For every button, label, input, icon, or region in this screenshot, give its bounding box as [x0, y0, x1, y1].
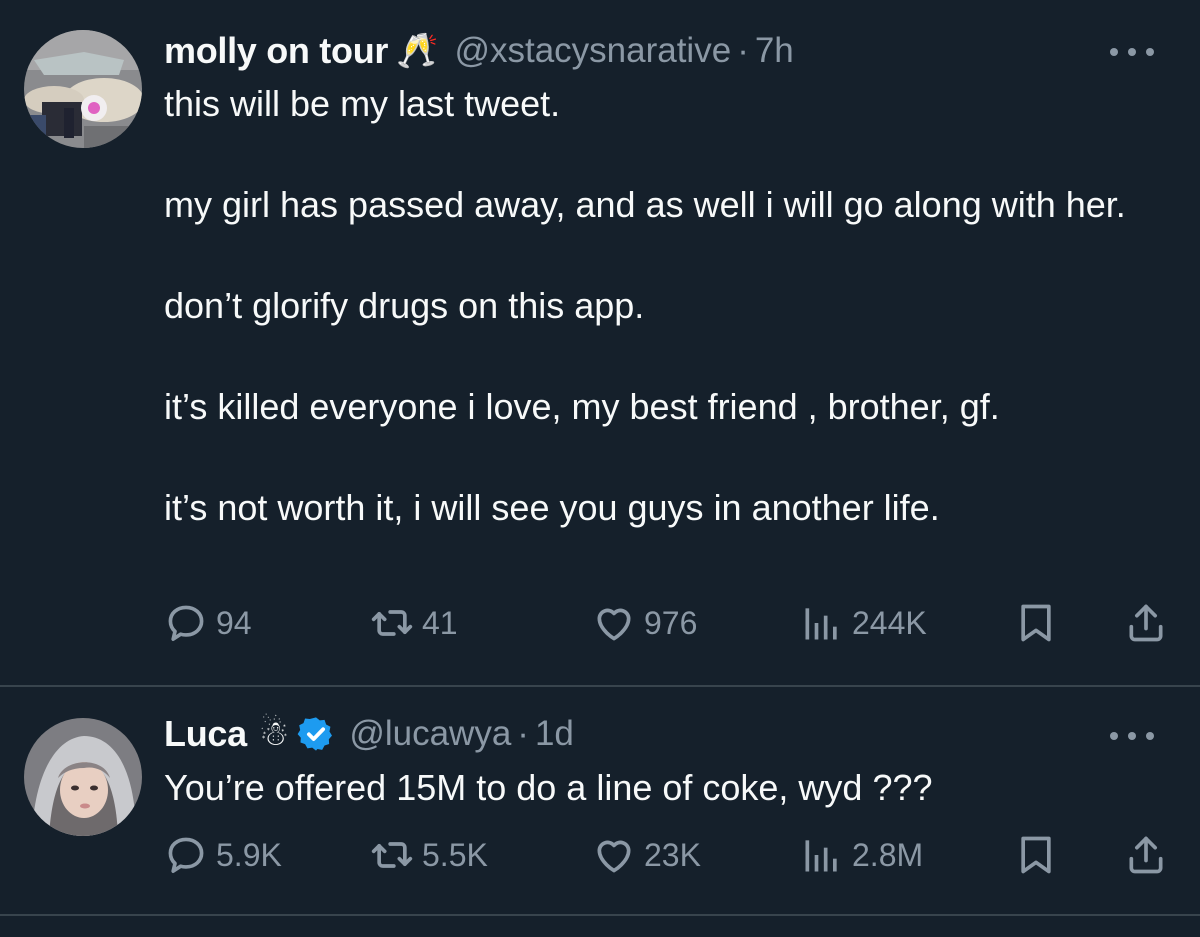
timestamp[interactable]: 7h [755, 31, 794, 71]
avatar[interactable] [24, 30, 142, 148]
retweet-button[interactable]: 5.5K [370, 830, 488, 880]
more-icon[interactable] [1110, 42, 1154, 62]
timestamp[interactable]: 1d [535, 714, 574, 754]
verified-badge-icon [297, 717, 333, 751]
reply-button[interactable]: 5.9K [164, 830, 282, 880]
display-name[interactable]: Luca [164, 713, 247, 755]
retweet-icon [371, 842, 413, 868]
retweet-count: 5.5K [422, 836, 488, 873]
like-count: 23K [644, 836, 701, 873]
like-count: 976 [644, 604, 698, 641]
bookmark-icon [1021, 604, 1051, 642]
avatar[interactable] [24, 718, 142, 836]
bookmark-icon [1021, 836, 1051, 874]
separator-dot: · [737, 31, 749, 70]
share-icon [1129, 836, 1163, 874]
tweet-paragraph: my girl has passed away, and as well i w… [164, 184, 1126, 225]
user-handle[interactable]: @xstacysnarative [454, 31, 731, 71]
tweet-paragraph: it’s killed everyone i love, my best fri… [164, 386, 1000, 427]
retweet-icon [371, 610, 413, 636]
name-emoji: ☃ [258, 714, 290, 754]
tweet[interactable]: molly on tour 🥂 @xstacysnarative · 7h th… [0, 0, 1200, 684]
like-button[interactable]: 23K [592, 830, 701, 880]
views-count: 2.8M [852, 836, 924, 873]
separator-dot: · [517, 714, 529, 753]
retweet-button[interactable]: 41 [370, 598, 458, 648]
tweet[interactable]: Luca ☃ @lucawya · 1d You’re offered 15M … [0, 687, 1200, 912]
more-icon[interactable] [1110, 726, 1154, 746]
share-icon [1129, 604, 1163, 642]
reply-count: 5.9K [216, 836, 282, 873]
tweet-text: You’re offered 15M to do a line of coke,… [164, 763, 1164, 814]
like-icon [597, 608, 631, 641]
reply-icon [168, 605, 204, 641]
user-handle[interactable]: @lucawya [349, 714, 511, 754]
reply-button[interactable]: 94 [164, 598, 252, 648]
tweet-paragraph: don’t glorify drugs on this app. [164, 285, 645, 326]
avatar-image [24, 30, 142, 148]
tweet-actions: 5.9K 5.5K 23K 2.8M [164, 830, 1174, 880]
display-name[interactable]: molly on tour [164, 30, 388, 72]
tweet-paragraph: You’re offered 15M to do a line of coke,… [164, 767, 933, 808]
tweet-paragraph: this will be my last tweet. [164, 83, 561, 124]
tweet-header: Luca ☃ @lucawya · 1d [164, 709, 574, 759]
like-icon [597, 840, 631, 873]
share-button[interactable] [1124, 830, 1168, 880]
bookmark-button[interactable] [1014, 830, 1058, 880]
share-button[interactable] [1124, 598, 1168, 648]
reply-icon [168, 837, 204, 873]
name-emoji: 🥂 [396, 31, 439, 71]
views-icon [805, 840, 837, 872]
views-count: 244K [852, 604, 927, 641]
tweet-text: this will be my last tweet. my girl has … [164, 79, 1164, 534]
like-button[interactable]: 976 [592, 598, 697, 648]
reply-count: 94 [216, 604, 252, 641]
views-button[interactable]: 244K [800, 598, 927, 648]
bookmark-button[interactable] [1014, 598, 1058, 648]
tweet-paragraph: it’s not worth it, i will see you guys i… [164, 487, 940, 528]
tweet-header: molly on tour 🥂 @xstacysnarative · 7h [164, 26, 794, 76]
tweet-actions: 94 41 976 244K [164, 598, 1174, 648]
views-icon [805, 608, 837, 640]
retweet-count: 41 [422, 604, 458, 641]
tweet-divider [0, 914, 1200, 916]
views-button[interactable]: 2.8M [800, 830, 923, 880]
avatar-image [24, 718, 142, 836]
